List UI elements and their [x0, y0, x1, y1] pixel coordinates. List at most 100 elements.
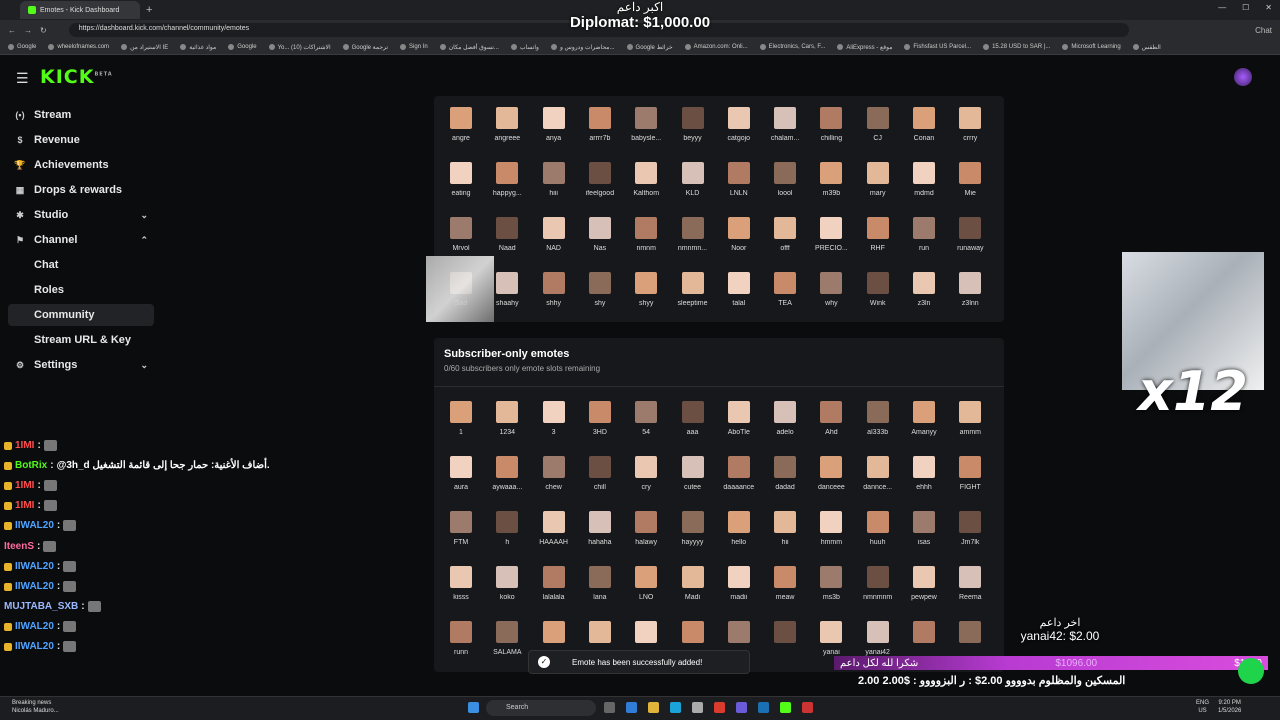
emote-item[interactable] — [948, 621, 992, 649]
emote-item[interactable]: Kalthom — [624, 162, 668, 197]
emote-item[interactable]: shhy — [532, 272, 576, 307]
emote-item[interactable]: Conan — [902, 107, 946, 142]
reload-icon[interactable]: ↻ — [40, 26, 47, 35]
emote-item[interactable]: chew — [532, 456, 576, 491]
emote-item[interactable]: eating — [439, 162, 483, 197]
emote-item[interactable]: huuh — [856, 511, 900, 546]
kick-logo[interactable]: KICKBETA — [40, 66, 113, 88]
emote-item[interactable]: anya — [532, 107, 576, 142]
news-widget[interactable]: Breaking news Nicolás Maduro... — [12, 699, 59, 715]
emote-item[interactable]: pewpew — [902, 566, 946, 601]
emote-item[interactable]: chill — [578, 456, 622, 491]
emote-item[interactable]: nmnmn... — [671, 217, 715, 252]
maximize-icon[interactable]: ☐ — [1242, 3, 1249, 12]
emote-item[interactable]: shyy — [624, 272, 668, 307]
bookmark-item[interactable]: Google — [228, 44, 257, 50]
bookmark-item[interactable]: محاضرات ودروس و... — [550, 44, 615, 51]
emote-item[interactable]: yanai — [809, 621, 853, 656]
emote-item[interactable]: meaw — [763, 566, 807, 601]
brave-icon[interactable] — [714, 702, 725, 713]
sidebar-item-revenue[interactable]: $ Revenue — [8, 129, 154, 151]
emote-item[interactable]: Reema — [948, 566, 992, 601]
clock[interactable]: 9:20 PM 1/5/2026 — [1218, 699, 1241, 715]
sidebar-item-stream-url-key[interactable]: Stream URL & Key — [8, 329, 154, 351]
emote-item[interactable]: runaway — [948, 217, 992, 252]
emote-item[interactable]: hayyyy — [671, 511, 715, 546]
emote-item[interactable]: Mie — [948, 162, 992, 197]
emote-item[interactable]: chalam... — [763, 107, 807, 142]
emote-item[interactable]: m39b — [809, 162, 853, 197]
back-icon[interactable]: ← — [8, 26, 16, 35]
emote-item[interactable]: 54 — [624, 401, 668, 436]
emote-item[interactable]: aaa — [671, 401, 715, 436]
emote-item[interactable] — [671, 621, 715, 649]
bookmark-item[interactable]: Fishsfast US Parcel... — [904, 44, 971, 50]
emote-item[interactable] — [902, 621, 946, 649]
emote-item[interactable]: kisss — [439, 566, 483, 601]
emote-item[interactable]: danceee — [809, 456, 853, 491]
chat-username[interactable]: IIWAL20 — [15, 621, 54, 632]
minimize-icon[interactable]: — — [1218, 3, 1226, 12]
emote-item[interactable]: TEA — [763, 272, 807, 307]
emote-item[interactable]: hahaha — [578, 511, 622, 546]
emote-item[interactable]: Wink — [856, 272, 900, 307]
sidebar-item-channel[interactable]: ⚑ Channel ⌃ — [8, 229, 154, 251]
emote-item[interactable]: LNO — [624, 566, 668, 601]
chat-username[interactable]: 1IMI — [15, 480, 34, 491]
sidebar-item-achievements[interactable]: 🏆 Achievements — [8, 154, 154, 176]
emote-item[interactable] — [763, 621, 807, 649]
emote-item[interactable]: ehhh — [902, 456, 946, 491]
task-view-icon[interactable] — [604, 702, 615, 713]
discord-icon[interactable] — [736, 702, 747, 713]
sidebar-item-chat[interactable]: Chat — [8, 254, 154, 276]
emote-item[interactable]: Noor — [717, 217, 761, 252]
bookmark-item[interactable]: Electronics, Cars, F... — [759, 44, 825, 50]
bookmark-item[interactable]: الطقس — [1132, 44, 1161, 51]
chat-username[interactable]: BotRix — [15, 460, 47, 471]
chat-username[interactable]: IIWAL20 — [15, 641, 54, 652]
emote-item[interactable]: al333b — [856, 401, 900, 436]
bookmark-item[interactable]: Yo... (10) الاشتراكات — [268, 44, 331, 51]
bookmark-item[interactable]: Sign In — [400, 44, 428, 50]
emote-item[interactable]: catgojo — [717, 107, 761, 142]
close-icon[interactable]: ✕ — [1265, 3, 1272, 12]
emote-item[interactable]: nmnmnm — [856, 566, 900, 601]
emote-item[interactable]: Nas — [578, 217, 622, 252]
emote-item[interactable]: halawy — [624, 511, 668, 546]
emote-item[interactable]: Mrvol — [439, 217, 483, 252]
chat-username[interactable]: IIWAL20 — [15, 581, 54, 592]
emote-item[interactable]: cry — [624, 456, 668, 491]
emote-item[interactable]: hello — [717, 511, 761, 546]
obs-icon[interactable] — [802, 702, 813, 713]
taskbar-search[interactable]: Search — [486, 700, 596, 716]
new-tab-icon[interactable]: + — [146, 4, 152, 16]
emote-item[interactable]: chilling — [809, 107, 853, 142]
chat-username[interactable]: 1IMI — [15, 440, 34, 451]
emote-item[interactable]: happyg... — [485, 162, 529, 197]
emote-item[interactable]: h — [485, 511, 529, 546]
chat-username[interactable]: 1IMI — [15, 500, 34, 511]
file-explorer-icon[interactable] — [648, 702, 659, 713]
emote-item[interactable]: lana — [578, 566, 622, 601]
emote-item[interactable]: z3ln — [902, 272, 946, 307]
emote-item[interactable]: dadad — [763, 456, 807, 491]
sidebar-item-settings[interactable]: ⚙ Settings ⌄ — [8, 354, 154, 376]
copilot-icon[interactable] — [626, 702, 637, 713]
emote-item[interactable]: shy — [578, 272, 622, 307]
emote-item[interactable]: 3 — [532, 401, 576, 436]
bookmark-item[interactable]: مواد غذائية — [180, 44, 216, 51]
emote-item[interactable]: beyyy — [671, 107, 715, 142]
emote-item[interactable]: NAD — [532, 217, 576, 252]
emote-item[interactable]: nmnm — [624, 217, 668, 252]
user-avatar[interactable] — [1234, 68, 1252, 86]
windows-start-icon[interactable] — [468, 702, 479, 713]
emote-item[interactable]: Jm7lk — [948, 511, 992, 546]
chat-username[interactable]: MUJTABA_SXB — [4, 601, 78, 612]
emote-item[interactable]: SALAMA — [485, 621, 529, 656]
bookmark-item[interactable]: Google — [8, 44, 36, 50]
emote-item[interactable]: AboTle — [717, 401, 761, 436]
emote-item[interactable]: 3HD — [578, 401, 622, 436]
emote-item[interactable]: ammm — [948, 401, 992, 436]
emote-item[interactable]: sleeptime — [671, 272, 715, 307]
emote-item[interactable]: talal — [717, 272, 761, 307]
